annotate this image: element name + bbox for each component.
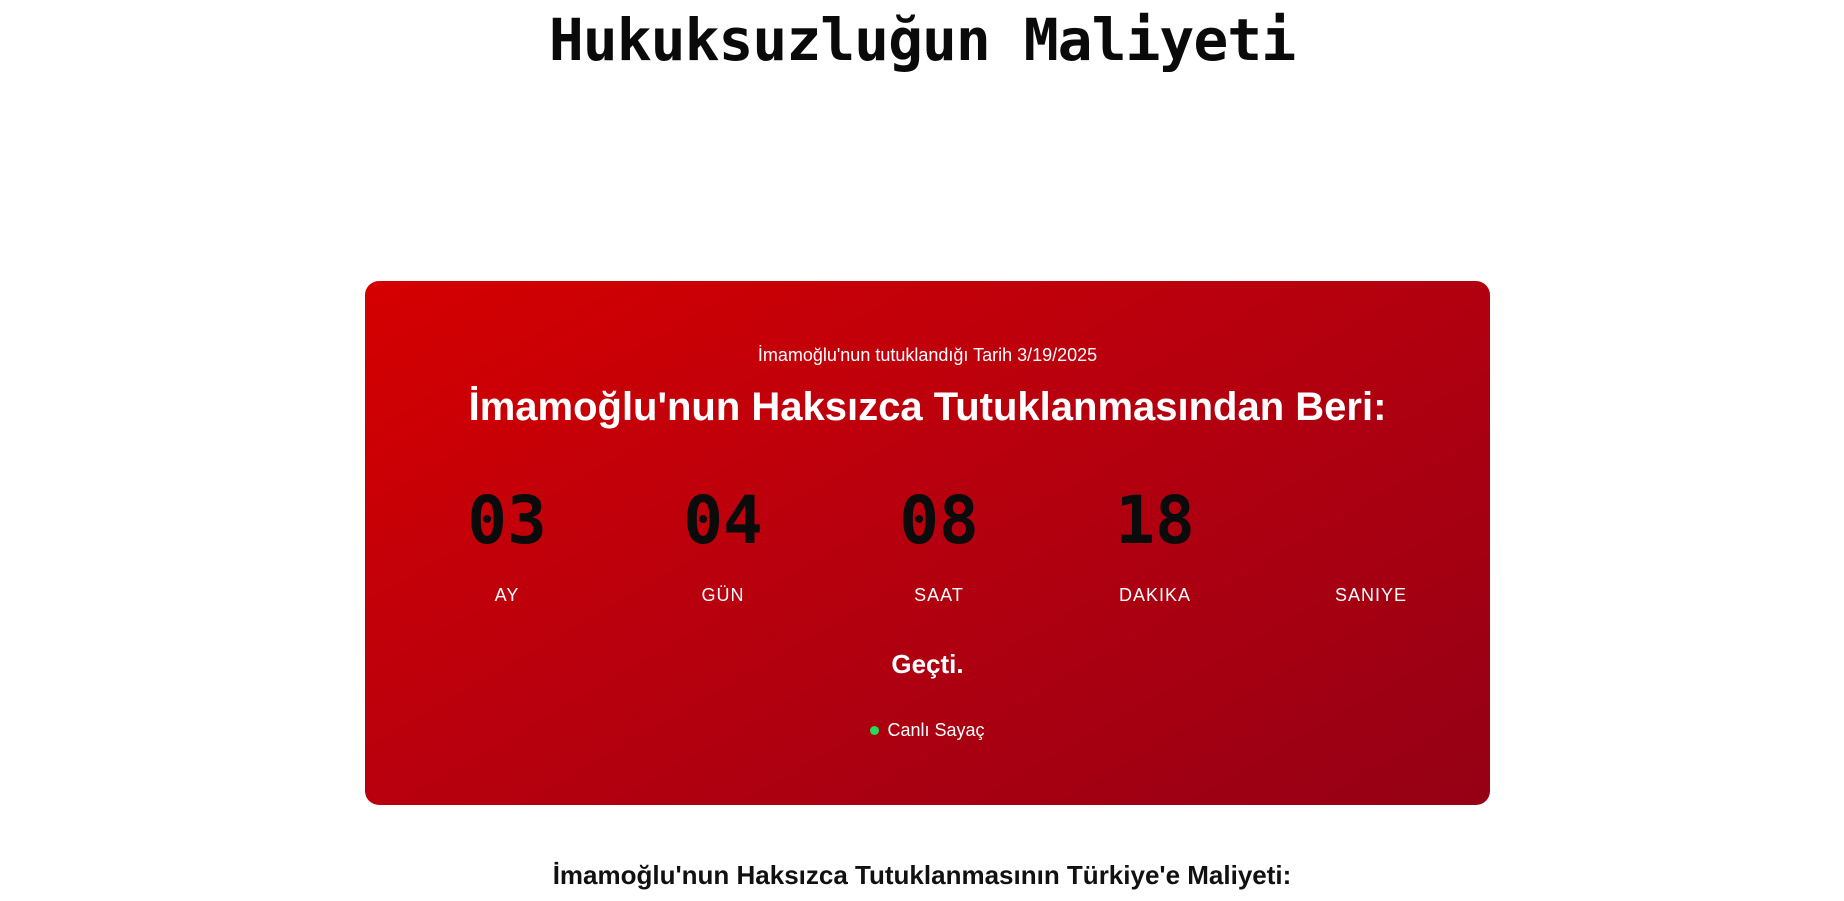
- unit-seconds: SANIYE: [1291, 481, 1451, 621]
- unit-days: 04 GÜN: [643, 481, 803, 621]
- detention-date: İmamoğlu'nun tutuklandığı Tarih 3/19/202…: [757, 345, 1098, 365]
- live-counter-label: Canlı Sayaç: [887, 720, 985, 740]
- minutes-value: 18: [1115, 482, 1195, 559]
- unit-hours: 08 SAAT: [859, 481, 1019, 621]
- live-dot-icon: [870, 725, 880, 735]
- minutes-label: DAKIKA: [1118, 585, 1192, 605]
- hours-label: SAAT: [914, 585, 964, 605]
- months-label: AY: [494, 585, 520, 605]
- unit-minutes: 18 DAKIKA: [1075, 481, 1235, 621]
- countdown-units: 03 AY 04 GÜN 08 SAAT 18 DAKIKA SANIYE: [427, 481, 1427, 621]
- months-value: 03: [467, 482, 547, 559]
- passed-text: Geçti.: [891, 649, 964, 679]
- unit-months: 03 AY: [427, 481, 587, 621]
- counter-card: İmamoğlu'nun tutuklandığı Tarih 3/19/202…: [365, 281, 1490, 805]
- site-title: Hukuksuzluğun Maliyeti: [548, 6, 1296, 74]
- counter-heading: İmamoğlu'nun Haksızca Tutuklanmasından B…: [468, 385, 1387, 429]
- days-label: GÜN: [701, 585, 745, 605]
- hours-value: 08: [899, 482, 979, 559]
- page: Hukuksuzluğun Maliyeti İmamoğlu'nun tutu…: [0, 0, 1844, 901]
- seconds-label: SANIYE: [1334, 585, 1408, 605]
- live-counter-indicator: Canlı Sayaç: [365, 718, 1490, 742]
- days-value: 04: [683, 482, 763, 559]
- cost-section-heading: İmamoğlu'nun Haksızca Tutuklanmasının Tü…: [552, 860, 1292, 890]
